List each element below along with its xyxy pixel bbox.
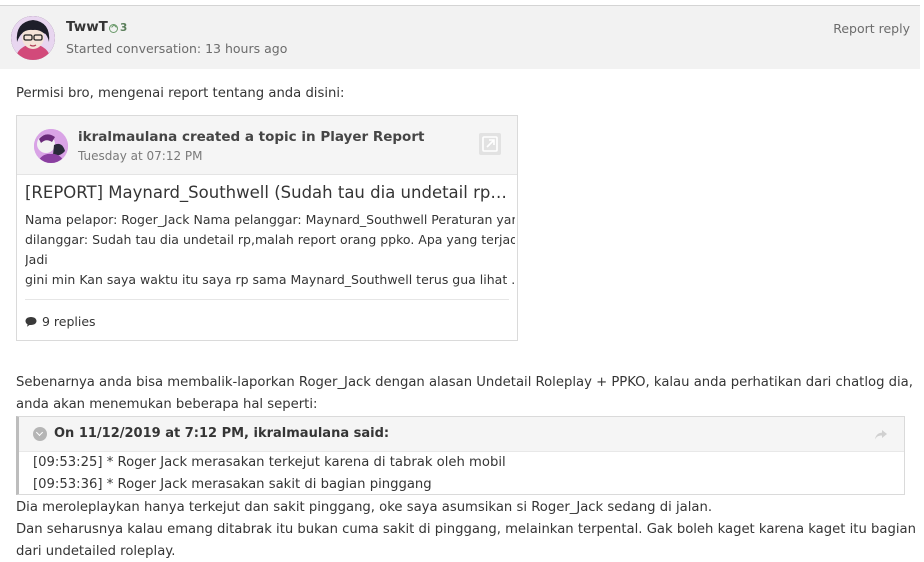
embed-body-line: gini min Kan saya waktu itu saya rp sama… <box>25 272 515 287</box>
quote-line: [09:53:36] * Roger Jack merasakan sakit … <box>33 477 432 492</box>
chevron-down-icon[interactable] <box>33 427 47 441</box>
embed-replies-link[interactable]: 9 replies <box>25 314 96 329</box>
conversation-page: TwwT 3 Started conversation: 13 hours ag… <box>0 0 924 562</box>
embed-date: Tuesday at 07:12 PM <box>78 149 203 163</box>
post-header: TwwT 3 Started conversation: 13 hours ag… <box>0 5 920 69</box>
reputation-count: 3 <box>120 22 128 34</box>
paragraph-line: dari undetailed roleplay. <box>16 544 176 559</box>
paragraph-line: Dia meroleplaykan hanya terkejut dan sak… <box>16 500 713 515</box>
reputation-badge: 3 <box>109 22 127 34</box>
embed-body-line: dilanggar: Sudah tau dia undetail rp,mal… <box>25 232 515 247</box>
quote-line: [09:53:25] * Roger Jack merasakan terkej… <box>33 455 506 470</box>
avatar-image <box>11 16 55 60</box>
embedded-topic-card: ikralmaulana created a topic in Player R… <box>16 115 518 341</box>
quote-header: On 11/12/2019 at 7:12 PM, ikralmaulana s… <box>19 417 904 452</box>
paragraph-line: Dan seharusnya kalau emang ditabrak itu … <box>16 522 916 537</box>
author-avatar[interactable] <box>11 16 55 60</box>
embed-author-avatar[interactable] <box>34 129 68 163</box>
external-link-glyph <box>482 136 498 152</box>
plus-circle-icon <box>109 23 118 33</box>
embed-divider <box>25 299 509 300</box>
quote-block: On 11/12/2019 at 7:12 PM, ikralmaulana s… <box>16 416 905 495</box>
report-reply-link[interactable]: Report reply <box>833 21 910 36</box>
external-link-icon[interactable] <box>479 133 501 155</box>
embed-replies-count: 9 replies <box>42 314 96 329</box>
paragraph-line: anda akan menemukan beberapa hal seperti… <box>16 397 318 412</box>
embed-body-line: Nama pelapor: Roger_Jack Nama pelanggar:… <box>25 212 515 227</box>
intro-text: Permisi bro, mengenai report tentang and… <box>16 86 345 101</box>
embed-body-line: Jadi <box>25 252 48 267</box>
embed-avatar-image <box>34 129 68 163</box>
author-name[interactable]: TwwT <box>66 19 108 35</box>
paragraph-line: Sebenarnya anda bisa membalik-laporkan R… <box>16 375 913 390</box>
embed-header: ikralmaulana created a topic in Player R… <box>17 116 517 175</box>
comment-icon <box>25 317 37 327</box>
embed-topic-title[interactable]: [REPORT] Maynard_Southwell (Sudah tau di… <box>25 183 510 202</box>
post-meta: Started conversation: 13 hours ago <box>66 41 288 56</box>
share-arrow-icon[interactable] <box>874 426 888 445</box>
share-arrow-glyph <box>875 430 887 440</box>
embed-author-line[interactable]: ikralmaulana created a topic in Player R… <box>78 129 424 145</box>
quote-citation[interactable]: On 11/12/2019 at 7:12 PM, ikralmaulana s… <box>54 426 389 441</box>
